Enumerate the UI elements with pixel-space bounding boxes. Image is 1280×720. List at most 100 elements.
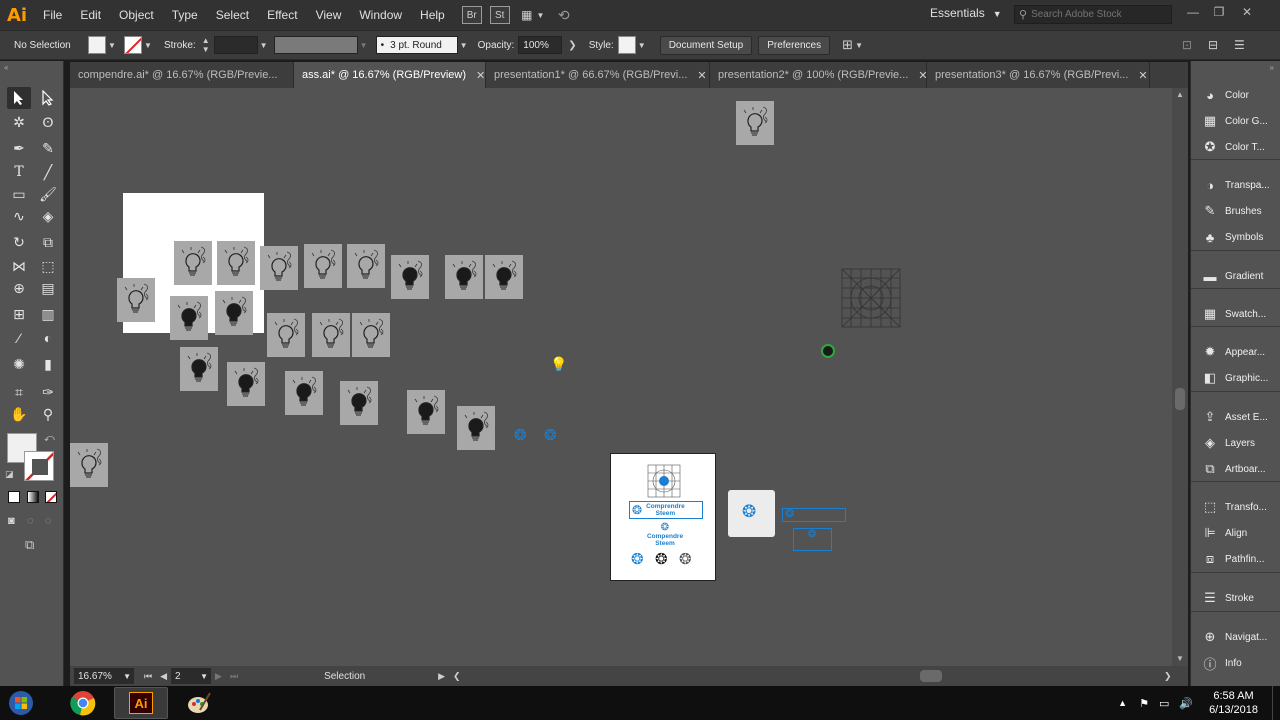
scroll-left-icon[interactable]: ❮ <box>453 671 461 682</box>
artwork-canvas[interactable]: 💡 ❂ ❂ ❂ Comprendre Steem ❂ Compendre Ste… <box>70 88 1172 666</box>
default-colors-icon[interactable]: ◪ <box>5 469 14 480</box>
logo-outline-stacked[interactable]: ❂ <box>793 528 832 551</box>
lightbulb-sketch[interactable] <box>347 244 385 288</box>
stroke-swatch[interactable] <box>124 36 142 54</box>
expand-panels-icon[interactable]: » <box>1270 63 1274 72</box>
panel-info[interactable]: ⓘ Info <box>1191 651 1280 675</box>
illustrator-taskbar-button[interactable]: Ai <box>114 687 168 719</box>
menu-window[interactable]: Window <box>350 0 411 30</box>
lightbulb-sketch[interactable] <box>174 241 212 285</box>
collapse-icon[interactable]: « <box>4 63 8 72</box>
chevron-down-icon[interactable]: ▼ <box>853 41 865 50</box>
arrange-documents-button[interactable]: ▦ ▼ <box>518 6 548 24</box>
network-icon[interactable]: ▭ <box>1159 697 1169 710</box>
next-artboard-icon[interactable]: ▶ <box>215 671 222 682</box>
eraser-tool-icon[interactable]: ◈ <box>36 205 60 227</box>
logo-outline-horizontal[interactable]: ❂ <box>782 508 846 522</box>
close-icon[interactable]: ✕ <box>697 69 706 82</box>
start-button[interactable] <box>0 686 42 720</box>
mesh-tool-icon[interactable]: ⊞ <box>7 303 31 325</box>
paint-taskbar-button[interactable] <box>172 687 226 719</box>
lightbulb-sketch[interactable] <box>260 246 298 290</box>
close-icon[interactable]: ✕ <box>1138 69 1147 82</box>
panel-appearance[interactable]: ✹ Appear... <box>1191 340 1280 364</box>
pen-tool-icon[interactable]: ✒ <box>7 137 31 159</box>
hand-tool-icon[interactable]: ✋ <box>7 403 31 425</box>
chevron-down-icon[interactable]: ▼ <box>258 41 270 50</box>
lightbulb-sketch[interactable] <box>485 255 523 299</box>
panel-color-themes[interactable]: ✪ Color T... <box>1191 135 1280 159</box>
lightbulb-sketch[interactable] <box>227 362 265 406</box>
slice-tool-icon[interactable]: ✑ <box>36 381 60 403</box>
last-artboard-icon[interactable]: ⏭ <box>230 671 238 682</box>
menu-select[interactable]: Select <box>207 0 258 30</box>
width-tool-icon[interactable]: ⋈ <box>7 255 31 277</box>
prev-artboard-icon[interactable]: ◀ <box>160 671 167 682</box>
lasso-tool-icon[interactable]: ʘ <box>36 111 60 133</box>
grid-construction-symbol[interactable] <box>841 268 901 328</box>
vertical-scrollbar[interactable]: ▲ ▼ <box>1172 88 1188 666</box>
selection-tool-icon[interactable] <box>7 87 31 109</box>
chevron-down-icon[interactable]: ▼ <box>1176 654 1184 663</box>
screen-mode-icon[interactable]: ⧉ <box>25 537 34 553</box>
draw-behind-icon[interactable]: ◌ <box>27 515 34 527</box>
panel-color[interactable]: ◕ Color <box>1191 83 1280 107</box>
preferences-button[interactable]: Preferences <box>758 35 831 55</box>
gradient-mode-icon[interactable] <box>27 491 39 503</box>
action-center-flag-icon[interactable]: ⚑ <box>1139 697 1149 710</box>
first-artboard-icon[interactable]: ⏮ <box>144 671 152 682</box>
clock[interactable]: 6:58 AM 6/13/2018 <box>1209 689 1258 717</box>
stroke-weight-field[interactable] <box>213 36 258 54</box>
lightbulb-sketch[interactable] <box>445 255 483 299</box>
lightbulb-sketch[interactable] <box>70 443 108 487</box>
close-window-icon[interactable]: ✕ <box>1234 2 1260 22</box>
lightbulb-sketch[interactable] <box>340 381 378 425</box>
logo-tile[interactable]: ❂ <box>728 490 775 537</box>
chrome-taskbar-button[interactable] <box>56 687 110 719</box>
lightbulb-sketch[interactable] <box>304 244 342 288</box>
workspace-switcher[interactable]: Essentials ▼ <box>930 6 1002 20</box>
perspective-grid-tool-icon[interactable]: ▤ <box>36 277 60 299</box>
panel-pathfinder[interactable]: ⧈ Pathfin... <box>1191 547 1280 571</box>
eyedropper-tool-icon[interactable]: ⁄ <box>7 327 31 349</box>
rotate-tool-icon[interactable]: ↻ <box>7 231 31 253</box>
draw-normal-icon[interactable]: ◙ <box>8 515 15 527</box>
free-transform-tool-icon[interactable]: ⬚ <box>36 255 60 277</box>
menu-file[interactable]: File <box>34 0 71 30</box>
control-menu-icon[interactable]: ☰ <box>1234 38 1245 52</box>
rectangle-tool-icon[interactable]: ▭ <box>7 183 31 205</box>
status-menu-icon[interactable]: ▶ <box>438 671 445 682</box>
menu-object[interactable]: Object <box>110 0 163 30</box>
panel-stroke[interactable]: ☰ Stroke <box>1191 586 1280 610</box>
scroll-right-icon[interactable]: ❯ <box>1164 671 1172 682</box>
tab-presentation2[interactable]: presentation2* @ 100% (RGB/Previe... ✕ <box>710 62 928 88</box>
lightbulb-sketch[interactable] <box>457 406 495 450</box>
menu-effect[interactable]: Effect <box>258 0 306 30</box>
chevron-up-icon[interactable]: ▲ <box>1176 90 1184 99</box>
direct-selection-tool-icon[interactable] <box>36 87 60 109</box>
close-icon[interactable]: ✕ <box>476 69 485 82</box>
panel-graphic-styles[interactable]: ◧ Graphic... <box>1191 366 1280 390</box>
line-tool-icon[interactable]: ╱ <box>36 161 60 183</box>
color-mode-icon[interactable] <box>8 491 20 503</box>
zoom-tool-icon[interactable]: ⚲ <box>36 403 60 425</box>
graphic-style-swatch[interactable] <box>617 36 636 54</box>
artboard-number-field[interactable]: 2 ▼ <box>171 668 212 684</box>
panel-align[interactable]: ⊫ Align <box>1191 521 1280 545</box>
panel-transparency[interactable]: ◑ Transpa... <box>1191 173 1280 197</box>
zoom-field[interactable]: 16.67% ▼ <box>74 668 134 684</box>
lightbulb-sketch[interactable] <box>736 101 774 145</box>
type-tool-icon[interactable]: T <box>7 161 31 183</box>
symbol-sprayer-tool-icon[interactable]: ✺ <box>7 353 31 375</box>
lightbulb-sketch[interactable] <box>267 313 305 357</box>
menu-type[interactable]: Type <box>163 0 207 30</box>
lightbulb-sketch[interactable] <box>285 371 323 415</box>
lightbulb-sketch[interactable] <box>391 255 429 299</box>
panel-brushes[interactable]: ✎ Brushes <box>1191 199 1280 223</box>
panel-artboards[interactable]: ⧉ Artboar... <box>1191 457 1280 481</box>
volume-icon[interactable]: 🔊 <box>1179 697 1193 710</box>
chevron-down-icon[interactable]: ▼ <box>358 41 370 50</box>
scrollbar-thumb[interactable] <box>1175 388 1185 410</box>
bridge-button[interactable]: Br <box>461 6 482 24</box>
lightbulb-sketch[interactable] <box>170 296 208 340</box>
